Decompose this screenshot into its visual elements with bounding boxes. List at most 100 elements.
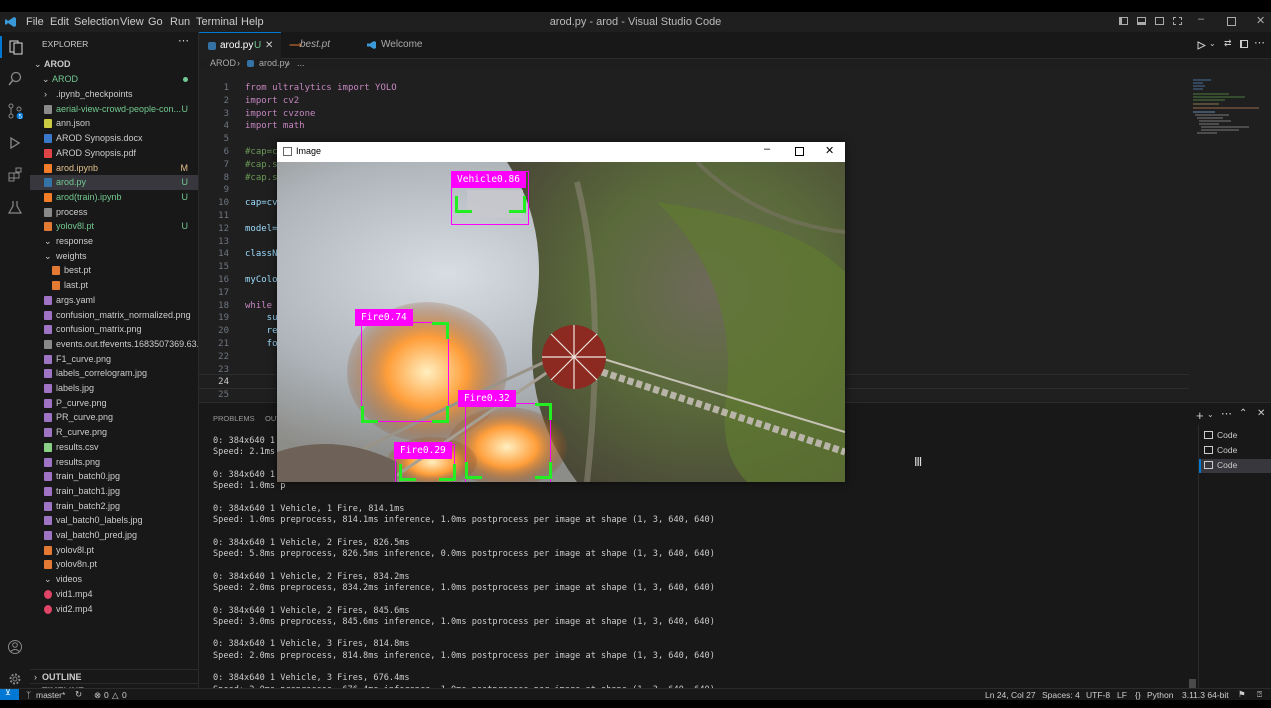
explorer-icon[interactable] (0, 36, 30, 58)
close-tab-icon[interactable]: ✕ (265, 33, 273, 59)
tree-item[interactable]: labels.jpg (30, 381, 198, 396)
close-icon[interactable]: ✕ (825, 144, 834, 157)
tree-item[interactable]: confusion_matrix.png (30, 322, 198, 337)
minimize-icon[interactable]: – (1198, 13, 1204, 25)
status-branch[interactable]: master* (36, 690, 65, 700)
output-line: Speed: 2.1ms p (213, 447, 286, 458)
status-errors[interactable]: 0 (104, 690, 109, 700)
terminal-item[interactable]: Code (1199, 444, 1271, 458)
tree-item[interactable]: vid2.mp4 (30, 602, 198, 617)
image-window[interactable]: Image – ✕ Vehicle0.86 Fire0.74 Fire0.32 … (277, 142, 845, 482)
tree-item-label: args.yaml (56, 294, 96, 305)
maximize-panel-icon[interactable]: ⌃ (1239, 408, 1247, 419)
search-icon[interactable] (0, 68, 30, 90)
tree-item[interactable]: labels_correlogram.jpg (30, 366, 198, 381)
tree-item[interactable]: ⌄ weights (30, 249, 198, 264)
account-icon[interactable] (0, 636, 30, 658)
tree-item[interactable]: arod.ipynb M (30, 161, 198, 176)
chevron-down-icon[interactable]: ⌄ (1209, 39, 1216, 48)
status-position[interactable]: Ln 24, Col 27 (985, 690, 1036, 700)
tree-item[interactable]: ⌄ response (30, 234, 198, 249)
tree-item[interactable]: process (30, 205, 198, 220)
settings-gear-icon[interactable] (0, 668, 30, 690)
feedback-icon[interactable]: ⚑ (1238, 689, 1246, 700)
close-window-icon[interactable]: ✕ (1256, 14, 1265, 27)
tree-item[interactable]: arod(train).ipynb U (30, 190, 198, 205)
split-editor-icon[interactable] (1240, 40, 1248, 48)
breadcrumb-symbol[interactable]: ... (297, 58, 305, 68)
run-file-icon[interactable] (1197, 41, 1206, 50)
chevron-down-icon[interactable]: ⌄ (1207, 410, 1214, 419)
tree-item[interactable]: R_curve.png (30, 425, 198, 440)
tab-welcome[interactable]: Welcome (359, 32, 439, 58)
tree-item[interactable]: AROD Synopsis.docx (30, 131, 198, 146)
image-window-titlebar[interactable]: Image – ✕ (277, 142, 845, 162)
tab-best-pt[interactable]: ⟶ best.pt (281, 32, 359, 58)
tree-item[interactable]: best.pt (30, 263, 198, 278)
workspace-root[interactable]: ⌄ AROD (30, 57, 198, 72)
tree-item[interactable]: yolov8l.pt U (30, 219, 198, 234)
warning-icon: △ (112, 690, 119, 700)
compare-changes-icon[interactable]: ⇄ (1224, 38, 1232, 49)
tree-item[interactable]: train_batch1.jpg (30, 484, 198, 499)
tree-item[interactable]: confusion_matrix_normalized.png (30, 308, 198, 323)
tree-item[interactable]: results.csv (30, 440, 198, 455)
status-warnings[interactable]: 0 (122, 690, 127, 700)
status-eol[interactable]: LF (1117, 690, 1127, 700)
code-line: myColo (245, 275, 278, 285)
tree-item[interactable]: last.pt (30, 278, 198, 293)
toggle-secondary-sidebar-icon[interactable] (1155, 17, 1164, 25)
tree-item[interactable]: train_batch0.jpg (30, 469, 198, 484)
folder-arod[interactable]: ⌄ AROD (30, 72, 198, 87)
tree-item[interactable]: arod.py U (30, 175, 198, 191)
more-actions-icon[interactable]: ⋯ (1221, 407, 1232, 420)
tree-item[interactable]: yolov8n.pt (30, 557, 198, 572)
tree-item[interactable]: F1_curve.png (30, 352, 198, 367)
source-control-icon[interactable]: 5 (0, 100, 30, 122)
maximize-icon[interactable] (795, 147, 804, 156)
status-language[interactable]: Python (1147, 690, 1173, 700)
tree-item[interactable]: train_batch2.jpg (30, 499, 198, 514)
status-encoding[interactable]: UTF-8 (1086, 690, 1110, 700)
tree-item[interactable]: PR_curve.png (30, 410, 198, 425)
terminal-item[interactable]: Code (1199, 429, 1271, 443)
tree-item[interactable]: P_curve.png (30, 396, 198, 411)
status-interpreter[interactable]: 3.11.3 64-bit (1182, 690, 1229, 700)
sync-icon[interactable]: ↻ (75, 689, 82, 700)
minimap[interactable] (1189, 70, 1271, 400)
tree-item[interactable]: ⌄ videos (30, 572, 198, 587)
remote-indicator[interactable]: ⊻ (0, 688, 19, 700)
extensions-icon[interactable] (0, 164, 30, 186)
restore-icon[interactable] (1227, 17, 1236, 26)
tree-item[interactable]: yolov8l.pt (30, 543, 198, 558)
more-actions-icon[interactable]: ⋯ (178, 34, 189, 47)
tree-item[interactable]: args.yaml (30, 293, 198, 308)
breadcrumb-root[interactable]: AROD (210, 58, 236, 68)
tree-item[interactable]: results.png (30, 455, 198, 470)
tree-item[interactable]: events.out.tfevents.1683507369.63... (30, 337, 198, 352)
tree-item[interactable]: vid1.mp4 (30, 587, 198, 602)
minimize-icon[interactable]: – (764, 143, 770, 155)
tree-item[interactable]: aerial-view-crowd-people-con... U (30, 102, 198, 117)
tree-item[interactable]: AROD Synopsis.pdf (30, 146, 198, 161)
status-indentation[interactable]: Spaces: 4 (1042, 690, 1080, 700)
toggle-panel-icon[interactable] (1137, 17, 1146, 25)
tab-problems[interactable]: PROBLEMS (213, 414, 255, 423)
breadcrumb-file[interactable]: arod.py (259, 58, 289, 68)
tab-arod-py[interactable]: arod.py U ✕ (199, 32, 281, 59)
close-panel-icon[interactable]: ✕ (1257, 408, 1265, 419)
tree-item[interactable]: ann.json (30, 116, 198, 131)
customize-layout-icon[interactable] (1173, 17, 1182, 25)
terminal-icon (1204, 461, 1213, 469)
notifications-bell-icon[interactable]: ⍰ (1257, 689, 1262, 700)
testing-icon[interactable] (0, 196, 30, 218)
new-terminal-icon[interactable]: + (1196, 408, 1204, 423)
more-actions-icon[interactable]: ⋯ (1254, 36, 1265, 49)
tree-item[interactable]: val_batch0_labels.jpg (30, 513, 198, 528)
tree-item[interactable]: val_batch0_pred.jpg (30, 528, 198, 543)
toggle-sidebar-icon[interactable] (1119, 17, 1128, 25)
terminal-item-active[interactable]: Code (1199, 459, 1271, 473)
tree-item[interactable]: › .ipynb_checkpoints (30, 87, 198, 102)
tree-item-label: arod.py (56, 177, 87, 188)
run-debug-icon[interactable] (0, 132, 30, 154)
